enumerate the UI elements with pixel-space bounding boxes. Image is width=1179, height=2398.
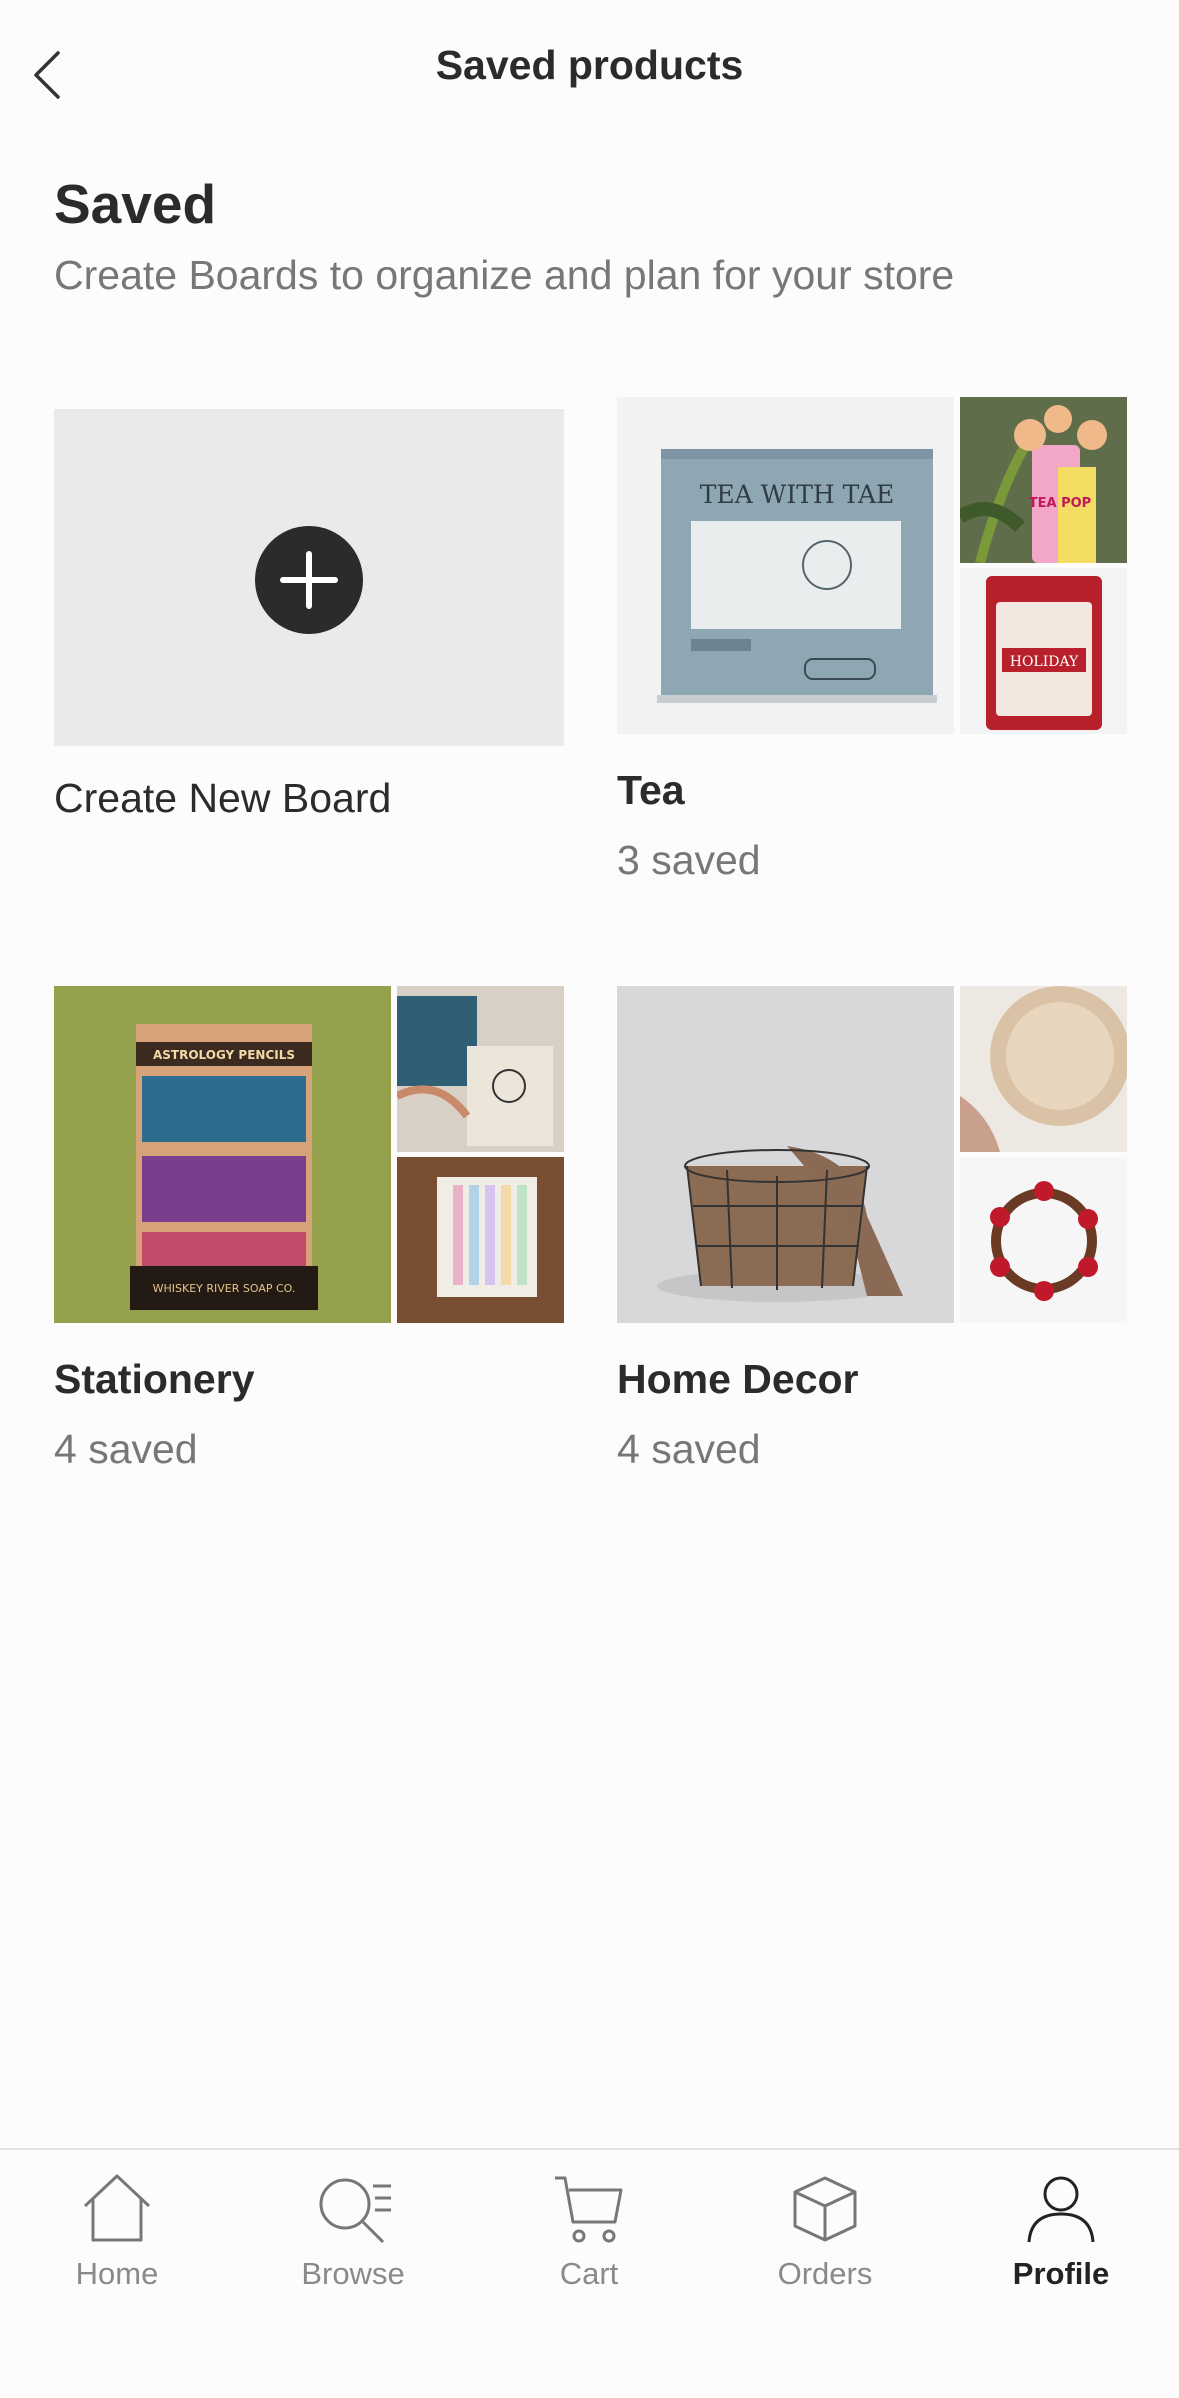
holiday-tea-tin-image: HOLIDAY [960,568,1127,734]
section-title: Saved [54,173,217,235]
tea-pop-label: TEA POP [1029,496,1091,511]
header: Saved products [0,0,1179,140]
nav-label: Profile [1012,2256,1110,2291]
board-thumbnails [617,986,1127,1323]
board-card-home-decor[interactable]: Home Decor 4 saved [617,986,1127,1486]
board-name: Tea [617,767,685,813]
tea-sachet-title: TEA WITH TAE [700,480,895,509]
page-title: Saved products [435,42,744,88]
board-name: Stationery [54,1356,255,1402]
plus-icon [255,526,363,634]
board-count: 4 saved [617,1426,761,1472]
home-icon [83,2174,151,2242]
cart-icon [555,2176,623,2243]
nav-cart[interactable]: Cart [499,2168,679,2292]
section-subtitle: Create Boards to organize and plan for y… [54,252,955,298]
board-thumbnails: ASTROLOGY PENCILS WHISKEY RIVER SOAP CO. [54,986,564,1323]
nav-home[interactable]: Home [27,2168,207,2292]
tea-sachet-image: TEA WITH TAE [617,397,954,734]
bottom-nav: Home Browse Cart Orders Profile [0,2148,1179,2398]
board-card-stationery[interactable]: ASTROLOGY PENCILS WHISKEY RIVER SOAP CO. [54,986,564,1486]
nav-profile[interactable]: Profile [971,2168,1151,2292]
board-count: 3 saved [617,837,761,883]
pens-image [397,1157,564,1323]
holiday-tin-label: HOLIDAY [1010,654,1079,670]
browse-icon [319,2178,391,2244]
nav-label: Browse [301,2256,405,2291]
nav-label: Orders [777,2256,873,2291]
pencils-display-brand: WHISKEY RIVER SOAP CO. [153,1282,296,1295]
heart-wreath-image [960,1157,1127,1323]
profile-icon [1027,2176,1095,2243]
nav-label: Home [75,2256,159,2291]
board-name: Home Decor [617,1356,859,1402]
pencils-display-title: ASTROLOGY PENCILS [153,1048,295,1062]
tea-pop-image: TEA POP [960,397,1127,563]
nav-orders[interactable]: Orders [735,2168,915,2292]
create-new-board-tile[interactable] [54,409,564,746]
notebooks-image [397,986,564,1152]
board-count: 4 saved [54,1426,198,1472]
board-card-tea[interactable]: TEA WITH TAE TEA POP HOLIDAY Tea 3 saved [617,397,1127,897]
wood-bowl-image [960,986,1127,1152]
astrology-pencils-image: ASTROLOGY PENCILS WHISKEY RIVER SOAP CO. [54,986,391,1323]
create-new-board-label[interactable]: Create New Board [54,775,391,822]
nav-browse[interactable]: Browse [263,2168,443,2292]
board-thumbnails: TEA WITH TAE TEA POP HOLIDAY [617,397,1127,734]
nav-label: Cart [559,2256,619,2291]
orders-icon [793,2176,857,2242]
wire-basket-image [617,986,954,1323]
